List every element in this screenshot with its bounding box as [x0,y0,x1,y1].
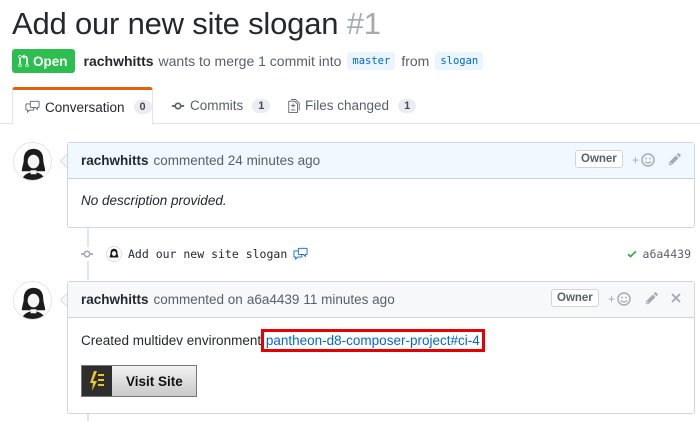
commit-message-link[interactable]: Add our new site slogan [128,247,287,261]
comment-body: Created multidev environment pantheon-d8… [68,318,694,362]
git-commit-icon [80,247,94,261]
git-commit-icon [171,102,185,109]
comment-timestamp[interactable]: 11 minutes ago [303,292,394,307]
state-label: Open [33,53,68,69]
pr-meta: Open rachwhitts wants to merge 1 commit … [12,49,489,73]
tab-commits-label: Commits [190,98,244,113]
comment-opening: rachwhitts commented 24 minutes ago Owne… [67,142,695,228]
add-reaction-icon[interactable]: + [608,291,632,307]
avatar[interactable] [13,142,52,181]
owner-badge: Owner [551,289,599,307]
pr-title: Add our new site slogan #1 [12,6,381,42]
tab-commits[interactable]: Commits 1 [171,87,271,124]
comment-author[interactable]: rachwhitts [81,292,149,307]
check-icon [627,250,637,258]
from-text: from [401,53,430,69]
git-pull-request-icon [18,54,29,68]
close-icon[interactable] [670,291,682,305]
tab-conversation[interactable]: Conversation 0 [12,87,153,125]
tab-commits-count: 1 [252,98,271,113]
pr-number: #1 [346,6,381,41]
base-branch[interactable]: master [347,52,396,70]
avatar[interactable] [13,281,52,320]
multidev-environment-link[interactable]: pantheon-d8-composer-project#ci-4 [260,329,485,352]
timeline-commit: Add our new site slogan a6a4439 [80,243,695,265]
comment-author[interactable]: rachwhitts [81,153,149,168]
pantheon-logo-icon [82,366,112,396]
comment-body-text: No description provided. [81,193,227,208]
commit-sha-wrap: a6a4439 [626,247,691,261]
tab-files-changed[interactable]: Files changed 1 [288,87,417,124]
tab-conversation-count: 0 [133,100,152,114]
state-badge: Open [12,49,75,73]
tab-files-changed-count: 1 [398,98,417,113]
comment-action: commented on [153,292,243,307]
comment-timestamp[interactable]: commented 24 minutes ago [154,153,321,168]
pr-tabs: Conversation 0 Commits 1 Files changed 1 [0,87,700,125]
file-diff-icon [288,98,300,113]
svg-text:+: + [608,292,615,306]
edit-pencil-icon[interactable] [645,291,659,305]
comment-body-suffix: . [480,333,485,348]
tab-conversation-label: Conversation [45,99,125,115]
merge-text: wants to merge 1 commit into [158,53,342,69]
comment-commit-sha[interactable]: a6a4439 [247,292,300,307]
add-reaction-icon[interactable]: + [632,152,656,168]
comment-discussion-icon [25,100,40,114]
commit-author-avatar-icon[interactable] [106,246,122,262]
comment-body-text: Created multidev environment [81,333,262,348]
user-avatar-icon [14,143,51,180]
comment-body: No description provided. [68,179,694,222]
head-branch[interactable]: slogan [435,52,484,70]
pr-title-text: Add our new site slogan [12,6,339,41]
user-avatar-icon [14,282,51,319]
comment-discussion-icon[interactable] [293,247,308,261]
comment-header: rachwhitts commented 24 minutes ago Owne… [68,143,694,179]
owner-badge: Owner [575,150,623,168]
tab-files-changed-label: Files changed [305,98,390,113]
comment-header: rachwhitts commented on a6a4439 11 minut… [68,282,694,318]
pr-author-link[interactable]: rachwhitts [84,53,154,69]
commit-sha-link[interactable]: a6a4439 [643,247,691,261]
visit-site-label: Visit Site [126,373,183,389]
edit-pencil-icon[interactable] [668,152,682,166]
visit-site-button[interactable]: Visit Site [81,365,197,397]
svg-text:+: + [632,153,639,167]
